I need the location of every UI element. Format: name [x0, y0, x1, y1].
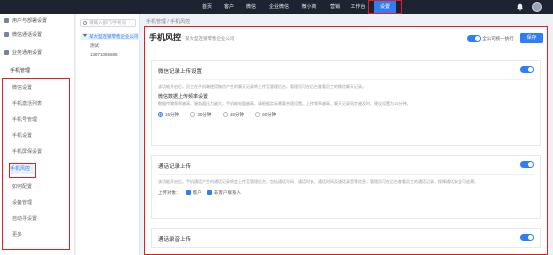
- sidebar-section-wechat-call[interactable]: 微信通话设置: [4, 30, 42, 40]
- global-execute-control: 全公司统一执行: [467, 35, 514, 43]
- sidebar-item-device-management[interactable]: 设备管理: [12, 198, 67, 208]
- upload-target-label: 上传对象：: [158, 190, 181, 195]
- page-title: 手机风控: [149, 33, 181, 42]
- top-navigation-bar: 首页 客户 微信 企业微信 微小商 营销 工作台 设置: [0, 0, 553, 14]
- radio-60min[interactable]: 60分钟: [255, 111, 276, 118]
- radio-15min[interactable]: 15分钟: [158, 111, 179, 118]
- checkbox-customer[interactable]: 客户: [185, 189, 202, 196]
- sidebar-section-phone-management[interactable]: 手机管理: [10, 66, 30, 76]
- briefcase-icon: [4, 50, 9, 55]
- sidebar-section-user-deploy[interactable]: 用户与部署设置: [4, 16, 47, 26]
- check-icon: [207, 190, 213, 195]
- frequency-description: 数据传输频率越高，服务器压力越大，手机耗电量越高，请根据实际需要合理设置。上传频…: [158, 101, 411, 106]
- nav-settings[interactable]: 设置: [374, 0, 396, 14]
- sidebar-item-auto-search[interactable]: 自动寻设置: [12, 214, 67, 224]
- page-subtitle: 某大型连锁零售企业公司: [185, 36, 235, 41]
- call-upload-toggle[interactable]: [520, 161, 534, 168]
- nav-workbench[interactable]: 工作台: [347, 0, 369, 14]
- card-body: 该功能开启后，员工在手机端使用微信产生的聊天记录将上传至管理后台，管理员可在后台…: [158, 79, 534, 118]
- upload-target-group: 上传对象： 客户 非客户联系人: [158, 189, 534, 196]
- avatar[interactable]: [532, 2, 542, 12]
- card-call-recording-upload: 通话录音上传: [151, 228, 541, 248]
- card-wechat-record-upload: 微信记录上传设置 该功能开启后，员工在手机端使用微信产生的聊天记录将上传至管理后…: [151, 60, 541, 146]
- sidebar-item-how-to-configure[interactable]: 如何配置: [12, 182, 67, 192]
- sidebar-item-screensaver[interactable]: 手机屏保设置: [12, 147, 67, 157]
- global-execute-label: 全公司统一执行: [482, 36, 514, 41]
- card-title: 通话记录上传: [158, 164, 192, 170]
- tree-node-company[interactable]: 某大型连锁零售企业公司: [81, 33, 141, 40]
- frequency-heading: 微信数据上传频率设置: [158, 94, 209, 100]
- card-body: 该功能开启后，手机通话产生的通话记录将会上传至管理后台，包括通话号码、通话时长、…: [158, 174, 534, 196]
- nav-enterprise-wechat[interactable]: 企业微信: [264, 0, 294, 14]
- org-tree-panel: 请输入部门/手机号 某大型连锁零售企业公司 测试 13871056585: [76, 14, 141, 255]
- wechat-upload-toggle[interactable]: [520, 66, 534, 73]
- nav-wechat[interactable]: 微信: [240, 0, 262, 14]
- card-title: 微信记录上传设置: [158, 69, 203, 75]
- tree-node-department[interactable]: 测试: [90, 42, 99, 49]
- sidebar-item-activation-list[interactable]: 手机激活列表: [12, 99, 67, 109]
- sidebar: 用户与部署设置 微信通话设置 业务通用设置 手机管理 微信设置 手机激活列表 手…: [0, 14, 75, 255]
- nav-mini-shop[interactable]: 微小商: [296, 0, 322, 14]
- frequency-radio-group: 15分钟 30分钟 45分钟 60分钟: [158, 111, 534, 118]
- sidebar-item-phone-settings[interactable]: 手机设置: [12, 131, 67, 141]
- user-icon: [4, 18, 9, 23]
- radio-45min[interactable]: 45分钟: [222, 111, 244, 118]
- sidebar-item-risk-control[interactable]: 手机风控: [10, 164, 34, 174]
- page-header: 手机风控 某大型连锁零售企业公司: [149, 32, 235, 44]
- card-description: 该功能开启后，员工在手机端使用微信产生的聊天记录将上传至管理后台，管理员可在后台…: [158, 84, 366, 89]
- sidebar-item-number-management[interactable]: 手机号管理: [12, 115, 67, 125]
- card-description: 该功能开启后，手机通话产生的通话记录将会上传至管理后台，包括通话号码、通话时长、…: [158, 179, 478, 184]
- caret-down-icon: [83, 34, 87, 37]
- main-panel: 手机风控 某大型连锁零售企业公司 全公司统一执行 保存 微信记录上传设置 该功能开…: [144, 26, 548, 255]
- card-title: 通话录音上传: [158, 237, 192, 243]
- check-icon: [185, 190, 191, 195]
- phone-icon: [4, 32, 9, 37]
- nav-home[interactable]: 首页: [196, 0, 218, 14]
- sidebar-section-business[interactable]: 业务通用设置: [4, 48, 42, 58]
- nav-marketing[interactable]: 营销: [324, 0, 346, 14]
- bell-icon[interactable]: [516, 3, 524, 11]
- global-execute-toggle[interactable]: [467, 35, 481, 43]
- tree-search-input[interactable]: 请输入部门/手机号: [80, 19, 136, 27]
- save-button[interactable]: 保存: [520, 33, 543, 43]
- card-call-record-upload: 通话记录上传 该功能开启后，手机通话产生的通话记录将会上传至管理后台，包括通话号…: [151, 155, 541, 219]
- nav-customers[interactable]: 客户: [218, 0, 240, 14]
- sidebar-item-more[interactable]: 更多: [12, 230, 67, 240]
- sidebar-item-wechat-settings[interactable]: 微信设置: [12, 83, 67, 93]
- search-icon: [83, 21, 87, 25]
- tree-node-phone[interactable]: 13871056585: [90, 51, 118, 58]
- recording-upload-toggle[interactable]: [520, 234, 534, 241]
- radio-30min[interactable]: 30分钟: [190, 111, 211, 118]
- checkbox-non-customer[interactable]: 非客户联系人: [207, 189, 241, 196]
- breadcrumb: 手机管理 / 手机风控: [146, 19, 191, 25]
